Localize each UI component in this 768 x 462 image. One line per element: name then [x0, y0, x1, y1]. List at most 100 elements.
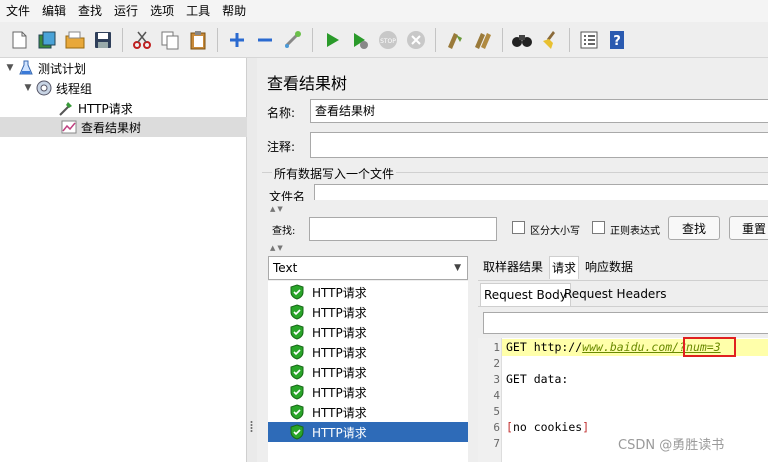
menu-edit[interactable]: 编辑	[36, 0, 72, 22]
result-item[interactable]: HTTP请求	[268, 422, 468, 442]
menu-bar: 文件 编辑 查找 运行 选项 工具 帮助	[0, 0, 768, 22]
tree-label: 线程组	[56, 81, 93, 96]
line-number: 1	[493, 341, 500, 354]
find-button[interactable]: 查找	[668, 216, 720, 240]
pane-separator	[257, 201, 768, 211]
divider-grip-icon[interactable]	[249, 420, 254, 434]
success-shield-icon	[290, 404, 304, 420]
thread-group-icon	[35, 79, 53, 97]
menu-file[interactable]: 文件	[0, 0, 36, 22]
tab-request-headers[interactable]: Request Headers	[564, 283, 667, 305]
line-number: 5	[493, 405, 500, 418]
listener-icon	[60, 118, 78, 136]
menu-search[interactable]: 查找	[72, 0, 108, 22]
collapse-arrows-icon[interactable]: ▲▼	[270, 244, 285, 252]
line-number: 3	[493, 373, 500, 386]
expand-arrow-icon[interactable]: ▼	[3, 63, 17, 73]
shutdown-icon[interactable]	[404, 28, 428, 52]
open-icon[interactable]	[63, 28, 87, 52]
result-label: HTTP请求	[312, 325, 367, 340]
results-divider[interactable]	[468, 256, 478, 462]
request-url-link[interactable]: www.baidu.com/?	[582, 340, 686, 354]
renderer-value: Text	[273, 261, 298, 275]
toolbar: STOP ?	[0, 22, 768, 58]
tab-request-body[interactable]: Request Body	[480, 283, 571, 306]
result-item[interactable]: HTTP请求	[268, 322, 468, 342]
success-shield-icon	[290, 364, 304, 380]
tab-response-data[interactable]: 响应数据	[585, 256, 633, 278]
tab-request[interactable]: 请求	[549, 256, 580, 279]
result-label: HTTP请求	[312, 345, 367, 360]
result-item[interactable]: HTTP请求	[268, 342, 468, 362]
svg-text:STOP: STOP	[380, 38, 396, 45]
start-icon[interactable]	[320, 28, 344, 52]
svg-text:?: ?	[613, 34, 621, 49]
expand-icon[interactable]	[225, 28, 249, 52]
paste-icon[interactable]	[186, 28, 210, 52]
tree-node-test-plan[interactable]: ▼ 测试计划	[3, 58, 86, 78]
tree-node-thread-group[interactable]: ▼ 线程组	[21, 78, 92, 98]
tree-label: 查看结果树	[81, 120, 142, 135]
comment-label: 注释:	[267, 140, 296, 154]
success-shield-icon	[290, 284, 304, 300]
test-plan-tree: ▼ 测试计划 ▼ 线程组 HTTP请求 查看结果树	[0, 58, 247, 462]
regex-checkbox[interactable]	[592, 221, 605, 234]
tree-node-http-request[interactable]: HTTP请求	[57, 98, 133, 118]
body-search-field[interactable]	[483, 312, 768, 334]
name-field[interactable]: 查看结果树	[310, 99, 768, 123]
split-pane-divider[interactable]	[247, 58, 257, 462]
search-label: 查找:	[272, 226, 296, 237]
clear-icon[interactable]	[443, 28, 467, 52]
collapse-arrows-icon[interactable]: ▲▼	[270, 205, 285, 213]
save-icon[interactable]	[91, 28, 115, 52]
reset-search-icon[interactable]	[538, 28, 562, 52]
stop-icon[interactable]: STOP	[376, 28, 400, 52]
sampler-icon	[57, 99, 75, 117]
code-line-6: [no cookies]	[506, 420, 590, 434]
menu-help[interactable]: 帮助	[216, 0, 252, 22]
templates-icon[interactable]	[35, 28, 59, 52]
renderer-select[interactable]: Text ▼	[268, 256, 468, 280]
tree-label: HTTP请求	[78, 101, 133, 116]
line-number: 4	[493, 389, 500, 402]
result-item[interactable]: HTTP请求	[268, 282, 468, 302]
request-method-url: GET http://	[506, 340, 583, 354]
tree-node-view-results-tree[interactable]: 查看结果树	[0, 117, 247, 137]
watermark: CSDN @勇胜读书	[618, 438, 725, 453]
tab-sampler-result[interactable]: 取样器结果	[483, 256, 543, 278]
menu-options[interactable]: 选项	[144, 0, 180, 22]
search-icon[interactable]	[510, 28, 534, 52]
success-shield-icon	[290, 324, 304, 340]
menu-run[interactable]: 运行	[108, 0, 144, 22]
start-no-pauses-icon[interactable]	[348, 28, 372, 52]
comment-field[interactable]	[310, 132, 768, 158]
success-shield-icon	[290, 304, 304, 320]
success-shield-icon	[290, 424, 304, 440]
toggle-icon[interactable]	[281, 28, 305, 52]
result-label: HTTP请求	[312, 405, 367, 420]
code-line-3: GET data:	[506, 372, 569, 386]
result-item[interactable]: HTTP请求	[268, 382, 468, 402]
result-item[interactable]: HTTP请求	[268, 402, 468, 422]
new-icon[interactable]	[7, 28, 31, 52]
reset-button[interactable]: 重置	[729, 216, 768, 240]
line-number: 7	[493, 437, 500, 450]
function-helper-icon[interactable]	[577, 28, 601, 52]
help-icon[interactable]: ?	[605, 28, 629, 52]
result-item[interactable]: HTTP请求	[268, 302, 468, 322]
regex-label: 正则表达式	[610, 226, 660, 237]
line-number: 2	[493, 357, 500, 370]
collapse-icon[interactable]	[253, 28, 277, 52]
result-item[interactable]: HTTP请求	[268, 362, 468, 382]
search-input[interactable]	[309, 217, 497, 241]
case-sensitive-checkbox[interactable]	[512, 221, 525, 234]
result-label: HTTP请求	[312, 425, 367, 440]
filename-field[interactable]	[314, 184, 768, 200]
copy-icon[interactable]	[158, 28, 182, 52]
cut-icon[interactable]	[130, 28, 154, 52]
expand-arrow-icon[interactable]: ▼	[21, 83, 35, 93]
page-title: 查看结果树	[267, 74, 348, 93]
success-shield-icon	[290, 384, 304, 400]
menu-tools[interactable]: 工具	[180, 0, 216, 22]
clear-all-icon[interactable]	[471, 28, 495, 52]
